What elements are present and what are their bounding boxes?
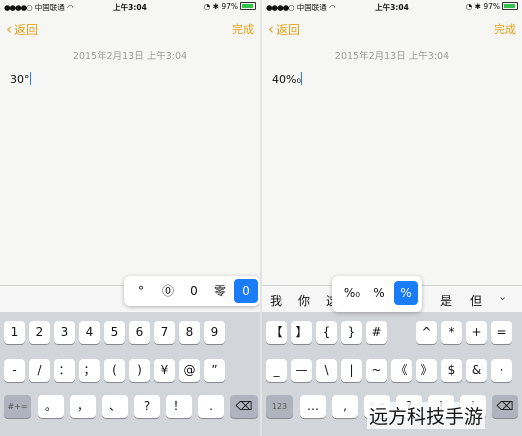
key-paren-open[interactable]: (	[104, 359, 125, 382]
watermark-text: 远方科技手游	[367, 402, 486, 429]
key-lenticular-close[interactable]: 】	[291, 321, 312, 344]
key-9[interactable]: 9	[204, 321, 225, 344]
variant-per-mille[interactable]: %₀	[338, 281, 366, 305]
candidate-word[interactable]: 你	[298, 292, 310, 309]
nav-bar: ‹ 返回 完成	[262, 14, 522, 42]
key-asterisk[interactable]: *	[441, 321, 462, 344]
battery-icon	[240, 2, 256, 10]
key-emdash[interactable]: —	[291, 359, 312, 382]
text-cursor	[300, 72, 303, 85]
key-6[interactable]: 6	[129, 321, 150, 344]
bluetooth-icon: ✱	[474, 2, 481, 11]
chevron-left-icon: ‹	[6, 20, 12, 38]
lock-rotation-icon: ◔	[465, 2, 473, 11]
key-ellipsis[interactable]: …	[300, 395, 326, 418]
variant-percent[interactable]: %	[394, 281, 418, 305]
variant-circled-zero[interactable]: ⓪	[156, 279, 180, 303]
note-date: 2015年2月13日 上午3:04	[72, 51, 188, 62]
key-yen[interactable]: ¥	[154, 359, 175, 382]
key-dot[interactable]: .	[198, 395, 224, 418]
chevron-down-icon[interactable]: ⌄	[498, 290, 507, 303]
key-1[interactable]: 1	[4, 321, 25, 344]
key-numbers-toggle[interactable]: 123	[266, 395, 293, 418]
delete-key[interactable]: ⌫	[492, 395, 518, 418]
done-button[interactable]: 完成	[494, 21, 516, 37]
battery-percent: 97%	[221, 2, 238, 11]
key-symbols-toggle[interactable]: #+=	[4, 395, 31, 418]
back-button[interactable]: ‹ 返回	[6, 20, 38, 38]
key-exclaim[interactable]: ！	[166, 395, 192, 418]
key-paren-close[interactable]: )	[129, 359, 150, 382]
key-plus[interactable]: +	[466, 321, 487, 344]
key-7[interactable]: 7	[154, 321, 175, 344]
status-bar: ●●●●○ 中国联通 ◠ 上午3:04 ◔ ✱ 97%	[0, 0, 260, 14]
key-hyphen[interactable]: -	[4, 359, 25, 382]
key-enum-comma[interactable]: 、	[102, 395, 128, 418]
variant-degree[interactable]: °	[130, 279, 152, 303]
status-bar: ●●●●○ 中国联通 ◠ 上午3:04 ◔ ✱ 97%	[262, 0, 522, 14]
key-hash[interactable]: #	[366, 321, 387, 344]
key-quote[interactable]: ”	[204, 359, 225, 382]
symbol-variants-popup: ° ⓪ 0 零 0	[124, 276, 260, 306]
key-tilde[interactable]: ~	[366, 359, 387, 382]
key-brace-close[interactable]: }	[341, 321, 362, 344]
key-comma-cn[interactable]: ，	[70, 395, 96, 418]
key-period-cn[interactable]: 。	[38, 395, 64, 418]
note-body[interactable]: 40%₀	[272, 72, 303, 86]
back-button[interactable]: ‹ 返回	[268, 20, 300, 38]
key-4[interactable]: 4	[79, 321, 100, 344]
key-5[interactable]: 5	[104, 321, 125, 344]
variant-chinese-zero[interactable]: 零	[208, 279, 232, 303]
key-lenticular-open[interactable]: 【	[266, 321, 287, 344]
key-middle-dot[interactable]: ·	[491, 359, 512, 382]
key-pipe[interactable]: |	[341, 359, 362, 382]
key-caret[interactable]: ^	[416, 321, 437, 344]
variant-zero[interactable]: 0	[184, 279, 204, 303]
backspace-icon: ⌫	[235, 399, 253, 413]
battery-percent: 97%	[483, 2, 500, 11]
key-semicolon[interactable]: ；	[79, 359, 100, 382]
candidate-word[interactable]: 是	[440, 292, 452, 309]
battery-icon	[502, 2, 518, 10]
done-button[interactable]: 完成	[232, 21, 254, 37]
delete-key[interactable]: ⌫	[230, 395, 258, 418]
key-question[interactable]: ?	[134, 395, 160, 418]
key-3[interactable]: 3	[54, 321, 75, 344]
key-guillemet-open[interactable]: 《	[391, 359, 412, 382]
variant-percent-fullwidth[interactable]: %	[367, 281, 391, 305]
backspace-icon: ⌫	[496, 399, 514, 413]
note-date: 2015年2月13日 上午3:04	[334, 51, 450, 62]
nav-bar: ‹ 返回 完成	[0, 14, 260, 42]
key-ampersand[interactable]: &	[466, 359, 487, 382]
lock-rotation-icon: ◔	[203, 2, 211, 11]
key-comma[interactable]: ,	[332, 395, 358, 418]
key-8[interactable]: 8	[179, 321, 200, 344]
symbol-variants-popup: %₀ % %	[332, 276, 422, 312]
text-cursor	[29, 72, 31, 85]
key-guillemet-close[interactable]: 》	[416, 359, 437, 382]
screen-right: ●●●●○ 中国联通 ◠ 上午3:04 ◔ ✱ 97% ‹ 返回 完成 2015年2…	[262, 0, 522, 436]
bluetooth-icon: ✱	[212, 2, 219, 11]
key-underscore[interactable]: _	[266, 359, 287, 382]
variant-fullwidth-zero[interactable]: 0	[234, 279, 258, 303]
candidate-word[interactable]: 但	[470, 292, 482, 309]
screen-left: ●●●●○ 中国联通 ◠ 上午3:04 ◔ ✱ 97% ‹ 返回 完成 2015年2…	[0, 0, 260, 436]
key-backslash[interactable]: \	[316, 359, 337, 382]
keyboard: 1 2 3 4 5 6 7 8 9 - / ： ； ( ) ¥ @ ” #+= …	[0, 312, 260, 436]
key-2[interactable]: 2	[29, 321, 50, 344]
chevron-left-icon: ‹	[268, 20, 274, 38]
key-equals[interactable]: =	[491, 321, 512, 344]
candidate-word[interactable]: 我	[270, 292, 282, 309]
key-colon[interactable]: ：	[54, 359, 75, 382]
key-brace-open[interactable]: {	[316, 321, 337, 344]
key-dollar[interactable]: $	[441, 359, 462, 382]
key-at[interactable]: @	[179, 359, 200, 382]
note-body[interactable]: 30°	[10, 72, 31, 86]
key-slash[interactable]: /	[29, 359, 50, 382]
